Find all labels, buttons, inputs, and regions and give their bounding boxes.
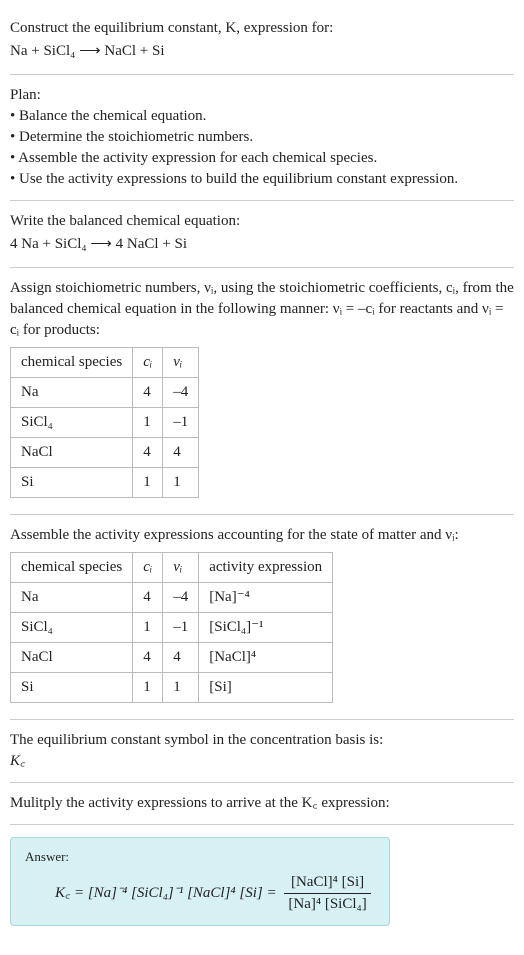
col-vi: νᵢ bbox=[163, 553, 199, 583]
answer-expression: K꜀ = [Na]⁻⁴ [SiCl₄]⁻¹ [NaCl]⁴ [Si] = [Na… bbox=[25, 872, 375, 915]
balance-section: Write the balanced chemical equation: 4 … bbox=[10, 201, 514, 268]
col-ci: cᵢ bbox=[133, 553, 163, 583]
symbol-section: The equilibrium constant symbol in the c… bbox=[10, 720, 514, 783]
col-species: chemical species bbox=[11, 553, 133, 583]
answer-box: Answer: K꜀ = [Na]⁻⁴ [SiCl₄]⁻¹ [NaCl]⁴ [S… bbox=[10, 837, 390, 926]
cell-species: NaCl bbox=[11, 643, 133, 673]
cell-species: Si bbox=[11, 468, 133, 498]
stoich-table: chemical species cᵢ νᵢ Na 4 –4 SiCl₄ 1 –… bbox=[10, 347, 199, 498]
table-row: NaCl 4 4 [NaCl]⁴ bbox=[11, 643, 333, 673]
cell-activity: [Si] bbox=[199, 673, 333, 703]
table-header-row: chemical species cᵢ νᵢ activity expressi… bbox=[11, 553, 333, 583]
cell-vi: –1 bbox=[163, 408, 199, 438]
cell-ci: 1 bbox=[133, 468, 163, 498]
cell-species: Si bbox=[11, 673, 133, 703]
table-row: SiCl₄ 1 –1 bbox=[11, 408, 199, 438]
cell-ci: 1 bbox=[133, 408, 163, 438]
cell-vi: 4 bbox=[163, 643, 199, 673]
answer-numerator: [NaCl]⁴ [Si] bbox=[284, 872, 370, 894]
col-vi: νᵢ bbox=[163, 348, 199, 378]
cell-species: Na bbox=[11, 378, 133, 408]
balance-heading: Write the balanced chemical equation: bbox=[10, 211, 514, 232]
plan-section: Plan: • Balance the chemical equation. •… bbox=[10, 75, 514, 201]
cell-activity: [Na]⁻⁴ bbox=[199, 583, 333, 613]
cell-vi: 4 bbox=[163, 438, 199, 468]
plan-bullet-4: • Use the activity expressions to build … bbox=[10, 169, 514, 190]
table-row: Si 1 1 bbox=[11, 468, 199, 498]
col-ci: cᵢ bbox=[133, 348, 163, 378]
symbol-value: K꜀ bbox=[10, 751, 514, 772]
cell-ci: 4 bbox=[133, 583, 163, 613]
cell-ci: 1 bbox=[133, 613, 163, 643]
symbol-text: The equilibrium constant symbol in the c… bbox=[10, 730, 514, 751]
answer-lhs: K꜀ = [Na]⁻⁴ [SiCl₄]⁻¹ [NaCl]⁴ [Si] = bbox=[55, 885, 280, 901]
balanced-equation: 4 Na + SiCl₄ ⟶ 4 NaCl + Si bbox=[10, 234, 514, 255]
col-activity: activity expression bbox=[199, 553, 333, 583]
answer-section: Answer: K꜀ = [Na]⁻⁴ [SiCl₄]⁻¹ [NaCl]⁴ [S… bbox=[10, 825, 514, 926]
table-row: Si 1 1 [Si] bbox=[11, 673, 333, 703]
cell-ci: 4 bbox=[133, 378, 163, 408]
cell-activity: [SiCl₄]⁻¹ bbox=[199, 613, 333, 643]
prompt-text: Construct the equilibrium constant, K, e… bbox=[10, 18, 514, 39]
prompt-section: Construct the equilibrium constant, K, e… bbox=[10, 8, 514, 75]
assign-text: Assign stoichiometric numbers, νᵢ, using… bbox=[10, 278, 514, 341]
activity-table: chemical species cᵢ νᵢ activity expressi… bbox=[10, 552, 333, 703]
assemble-section: Assemble the activity expressions accoun… bbox=[10, 515, 514, 720]
cell-vi: 1 bbox=[163, 468, 199, 498]
plan-bullet-2: • Determine the stoichiometric numbers. bbox=[10, 127, 514, 148]
cell-vi: –1 bbox=[163, 613, 199, 643]
assign-section: Assign stoichiometric numbers, νᵢ, using… bbox=[10, 268, 514, 515]
cell-ci: 4 bbox=[133, 438, 163, 468]
answer-fraction: [NaCl]⁴ [Si] [Na]⁴ [SiCl₄] bbox=[284, 872, 370, 915]
cell-vi: –4 bbox=[163, 378, 199, 408]
table-row: NaCl 4 4 bbox=[11, 438, 199, 468]
multiply-text: Mulitply the activity expressions to arr… bbox=[10, 793, 514, 814]
multiply-section: Mulitply the activity expressions to arr… bbox=[10, 783, 514, 825]
cell-ci: 1 bbox=[133, 673, 163, 703]
cell-species: Na bbox=[11, 583, 133, 613]
cell-activity: [NaCl]⁴ bbox=[199, 643, 333, 673]
cell-ci: 4 bbox=[133, 643, 163, 673]
plan-bullet-1: • Balance the chemical equation. bbox=[10, 106, 514, 127]
answer-label: Answer: bbox=[25, 848, 375, 866]
table-row: SiCl₄ 1 –1 [SiCl₄]⁻¹ bbox=[11, 613, 333, 643]
col-species: chemical species bbox=[11, 348, 133, 378]
cell-species: NaCl bbox=[11, 438, 133, 468]
plan-bullet-3: • Assemble the activity expression for e… bbox=[10, 148, 514, 169]
cell-vi: –4 bbox=[163, 583, 199, 613]
cell-vi: 1 bbox=[163, 673, 199, 703]
cell-species: SiCl₄ bbox=[11, 408, 133, 438]
plan-heading: Plan: bbox=[10, 85, 514, 106]
answer-denominator: [Na]⁴ [SiCl₄] bbox=[284, 894, 370, 915]
assemble-text: Assemble the activity expressions accoun… bbox=[10, 525, 514, 546]
table-row: Na 4 –4 [Na]⁻⁴ bbox=[11, 583, 333, 613]
unbalanced-equation: Na + SiCl₄ ⟶ NaCl + Si bbox=[10, 41, 514, 62]
table-header-row: chemical species cᵢ νᵢ bbox=[11, 348, 199, 378]
table-row: Na 4 –4 bbox=[11, 378, 199, 408]
cell-species: SiCl₄ bbox=[11, 613, 133, 643]
